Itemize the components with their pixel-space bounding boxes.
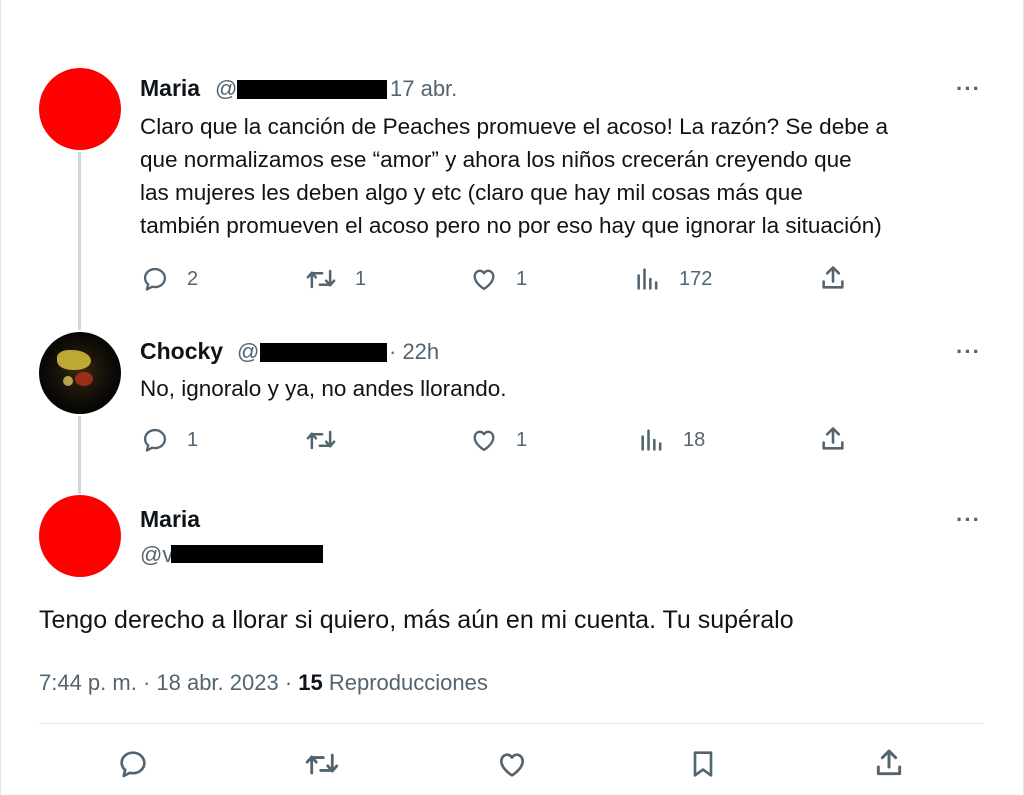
author-handle[interactable]: @v — [140, 542, 173, 568]
like-icon — [473, 430, 495, 452]
tweet-text-line: No, ignoralo y ya, no andes llorando. — [140, 376, 507, 401]
share-icon — [822, 427, 844, 450]
tweet-timestamp[interactable]: 7:44 p. m. · 18 abr. 2023 · — [39, 670, 298, 695]
views-icon — [641, 429, 662, 451]
redaction-bar — [260, 343, 387, 362]
avatar[interactable] — [39, 332, 121, 414]
reply-button[interactable]: 2 — [141, 265, 198, 293]
like-button[interactable] — [496, 748, 528, 785]
like-icon — [473, 269, 495, 291]
author-handle[interactable]: @ — [215, 76, 237, 102]
share-icon — [822, 266, 844, 289]
like-button[interactable]: 1 — [470, 426, 527, 454]
like-count: 1 — [516, 428, 528, 451]
views-button[interactable]: 18 — [639, 426, 705, 454]
like-count: 1 — [516, 267, 528, 290]
avatar[interactable] — [39, 495, 121, 577]
thread-connector — [78, 416, 81, 494]
avatar-image-detail — [57, 350, 91, 370]
retweet-button[interactable] — [305, 426, 355, 454]
views-label[interactable]: Reproducciones — [323, 670, 488, 695]
reply-count: 1 — [187, 428, 199, 451]
more-options-icon[interactable]: ··· — [956, 76, 981, 102]
main-tweet-text: Tengo derecho a llorar si quiero, más aú… — [39, 606, 794, 634]
views-icon — [637, 268, 658, 290]
reply-icon — [143, 428, 167, 452]
tweet-text-line: Claro que la canción de Peaches promueve… — [140, 114, 888, 139]
avatar[interactable] — [39, 68, 121, 150]
share-button[interactable] — [873, 747, 905, 784]
tweet-metadata: 7:44 p. m. · 18 abr. 2023 · 15 Reproducc… — [39, 670, 488, 696]
like-button[interactable]: 1 — [470, 265, 527, 293]
views-count: 172 — [679, 267, 713, 290]
tweet-time[interactable]: 17 abr. — [390, 76, 457, 102]
views-count: 18 — [683, 428, 706, 451]
divider — [39, 723, 983, 724]
tweet-text-line: también promueven el acoso pero no por e… — [140, 213, 882, 238]
thread-connector — [78, 152, 81, 330]
tweet-time[interactable]: · 22h — [389, 339, 439, 365]
like-icon — [500, 753, 524, 777]
tweet-text: No, ignoralo y ya, no andes llorando. — [140, 372, 506, 405]
share-button[interactable] — [819, 425, 847, 453]
retweet-count: 1 — [355, 267, 367, 290]
reply-button[interactable]: 1 — [141, 426, 198, 454]
retweet-button[interactable]: 1 — [305, 265, 366, 293]
bookmark-icon — [693, 751, 713, 777]
retweet-icon — [305, 753, 339, 775]
retweet-icon — [306, 430, 336, 450]
bookmark-button[interactable] — [687, 748, 719, 785]
more-options-icon[interactable]: ··· — [956, 507, 981, 533]
views-button[interactable]: 172 — [635, 265, 712, 293]
redaction-bar — [171, 545, 323, 563]
retweet-button[interactable] — [304, 748, 340, 785]
reply-button[interactable] — [117, 748, 149, 785]
author-name[interactable]: Chocky — [140, 338, 223, 365]
reply-count: 2 — [187, 267, 199, 290]
author-handle[interactable]: @ — [237, 339, 259, 365]
tweet-text-line: que normalizamos ese “amor” y ahora los … — [140, 147, 852, 172]
reply-icon — [120, 751, 146, 778]
redaction-bar — [237, 80, 387, 99]
views-count: 15 — [298, 670, 323, 695]
avatar-image-detail — [75, 372, 93, 386]
share-button[interactable] — [819, 264, 847, 292]
tweet-text: Claro que la canción de Peaches promueve… — [140, 110, 888, 242]
tweet-thread: Maria @ 17 abr. ··· Claro que la canción… — [0, 0, 1024, 795]
more-options-icon[interactable]: ··· — [956, 339, 981, 365]
tweet-text-line: las mujeres les deben algo y etc (claro … — [140, 180, 803, 205]
author-name[interactable]: Maria — [140, 75, 200, 102]
reply-icon — [143, 267, 167, 291]
retweet-icon — [306, 269, 336, 289]
author-name[interactable]: Maria — [140, 506, 200, 533]
avatar-image-detail — [63, 376, 73, 386]
share-icon — [876, 749, 902, 776]
